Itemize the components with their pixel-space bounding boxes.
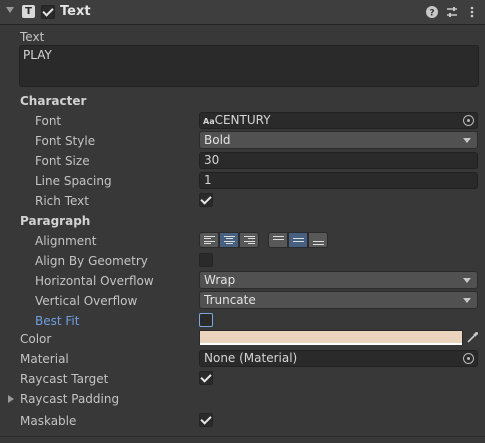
vertical-overflow-value: Truncate <box>204 293 256 307</box>
alpha-bar <box>200 343 462 345</box>
vertical-overflow-dropdown[interactable]: Truncate <box>199 291 478 309</box>
raycast-target-label: Raycast Target <box>20 372 109 386</box>
best-fit-label: Best Fit <box>35 314 80 328</box>
material-field[interactable]: None (Material) <box>199 350 478 367</box>
font-style-dropdown[interactable]: Bold <box>199 131 478 149</box>
align-bottom-icon <box>312 236 324 245</box>
object-picker-icon[interactable] <box>463 115 474 126</box>
alignment-label: Alignment <box>35 234 97 248</box>
horizontal-overflow-label: Horizontal Overflow <box>35 274 154 288</box>
line-spacing-field[interactable]: 1 <box>199 172 478 189</box>
align-right-icon <box>243 235 255 245</box>
font-style-label: Font Style <box>35 134 96 148</box>
text-input[interactable]: PLAY <box>19 45 479 87</box>
material-label: Material <box>20 352 69 366</box>
align-middle-icon <box>292 236 304 245</box>
horizontal-overflow-dropdown[interactable]: Wrap <box>199 271 478 289</box>
vertical-overflow-label: Vertical Overflow <box>35 294 138 308</box>
raycast-target-checkbox[interactable] <box>199 371 213 385</box>
align-top-icon <box>272 235 284 245</box>
horizontal-overflow-value: Wrap <box>204 273 236 287</box>
dropdown-arrow-icon <box>463 298 471 303</box>
align-by-geometry-checkbox[interactable] <box>199 253 213 267</box>
align-top-button[interactable] <box>268 232 288 248</box>
rich-text-checkbox[interactable] <box>199 193 213 207</box>
font-size-label: Font Size <box>35 154 90 168</box>
font-label: Font <box>35 114 62 128</box>
align-right-button[interactable] <box>239 232 259 248</box>
font-size-field[interactable]: 30 <box>199 152 478 169</box>
line-spacing-label: Line Spacing <box>35 174 112 188</box>
raycast-padding-label[interactable]: Raycast Padding <box>20 392 119 406</box>
font-field[interactable]: AaCENTURY <box>199 112 478 129</box>
dropdown-arrow-icon <box>463 138 471 143</box>
horizontal-alignment-group <box>199 232 259 248</box>
color-label: Color <box>20 332 52 346</box>
font-value: CENTURY <box>214 113 271 127</box>
maskable-checkbox[interactable] <box>199 413 213 427</box>
svg-text:?: ? <box>429 9 434 19</box>
font-asset-icon: Aa <box>203 117 215 126</box>
eyedropper-icon[interactable] <box>466 331 479 344</box>
rich-text-label: Rich Text <box>35 194 89 208</box>
component-enabled-checkbox[interactable] <box>41 5 55 19</box>
presets-icon[interactable] <box>445 5 459 19</box>
more-options-icon[interactable] <box>465 5 479 19</box>
material-value: None (Material) <box>204 351 298 365</box>
help-icon[interactable]: ? <box>425 5 439 19</box>
divider <box>0 436 485 437</box>
font-style-value: Bold <box>204 133 231 147</box>
align-bottom-button[interactable] <box>308 232 328 248</box>
align-left-icon <box>203 235 215 245</box>
best-fit-checkbox[interactable] <box>199 313 213 327</box>
align-left-button[interactable] <box>199 232 219 248</box>
text-label: Text <box>20 30 45 44</box>
align-by-geometry-label: Align By Geometry <box>35 254 148 268</box>
align-middle-button[interactable] <box>288 232 308 248</box>
component-title: Text <box>60 4 91 19</box>
character-heading: Character <box>20 94 87 108</box>
align-center-icon <box>223 235 235 245</box>
paragraph-heading: Paragraph <box>20 214 91 228</box>
object-picker-icon[interactable] <box>463 353 474 364</box>
maskable-label: Maskable <box>20 414 77 428</box>
vertical-alignment-group <box>268 232 328 248</box>
align-center-button[interactable] <box>219 232 239 248</box>
dropdown-arrow-icon <box>463 278 471 283</box>
foldout-arrow-icon[interactable] <box>8 395 14 403</box>
foldout-arrow-icon[interactable] <box>6 7 14 13</box>
text-component-icon: T <box>22 5 35 18</box>
